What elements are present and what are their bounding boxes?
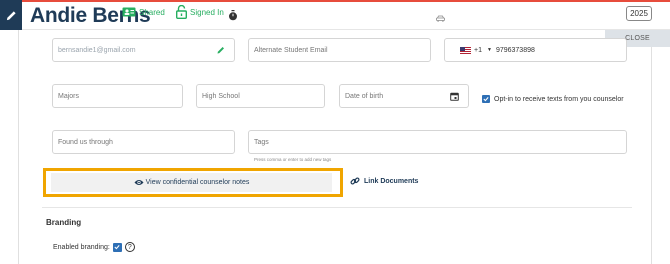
email-value: bernsandie1@gmail.com	[58, 46, 136, 54]
us-flag-icon[interactable]	[460, 46, 471, 54]
majors-placeholder: Majors	[58, 92, 80, 100]
found-us-through-placeholder: Found us through	[58, 138, 113, 146]
year-selector[interactable]: 2025	[626, 6, 652, 21]
signed-in-label: Signed In	[190, 7, 224, 17]
car-button[interactable]	[436, 9, 445, 27]
checkmark-icon	[483, 97, 489, 102]
date-of-birth-placeholder: Date of birth	[345, 92, 384, 100]
pencil-icon	[6, 10, 16, 20]
view-confidential-notes-button[interactable]: View confidential counselor notes	[51, 173, 332, 192]
alternate-email-placeholder: Alternate Student Email	[254, 46, 328, 54]
majors-field[interactable]: Majors	[52, 84, 183, 108]
enabled-branding-row: Enabled branding: ?	[53, 242, 135, 252]
phone-value: 9796373898	[495, 46, 535, 54]
section-divider	[42, 207, 632, 208]
header-accent-line	[22, 0, 670, 2]
found-us-through-field[interactable]: Found us through	[52, 130, 235, 154]
enabled-branding-checkbox[interactable]	[112, 242, 122, 252]
tags-input[interactable]: Tags	[248, 130, 627, 154]
phone-code: +1	[474, 46, 482, 54]
edit-button[interactable]	[0, 0, 22, 30]
high-school-field[interactable]: High School	[196, 84, 325, 108]
optin-texts[interactable]: Opt-in to receive texts from you counsel…	[482, 95, 624, 103]
timer-button[interactable]	[228, 8, 238, 26]
shared-status[interactable]: Shared	[122, 7, 165, 17]
high-school-placeholder: High School	[202, 92, 240, 100]
shared-icon	[122, 7, 136, 17]
edit-email-icon[interactable]	[217, 46, 225, 54]
checkmark-icon	[114, 245, 120, 250]
eye-icon	[134, 180, 144, 185]
car-icon	[436, 15, 445, 22]
tags-placeholder: Tags	[254, 138, 269, 146]
phone-field[interactable]: +1 ▼ 9796373898	[444, 38, 627, 62]
enabled-branding-label: Enabled branding:	[53, 243, 110, 251]
chevron-down-icon[interactable]: ▼	[487, 47, 492, 53]
stopwatch-icon	[229, 10, 237, 21]
optin-checkbox[interactable]	[482, 95, 490, 103]
calendar-icon[interactable]	[450, 92, 459, 101]
view-notes-label: View confidential counselor notes	[145, 179, 250, 186]
date-of-birth-field[interactable]: Date of birth	[339, 84, 469, 108]
link-documents-button[interactable]: Link Documents	[350, 176, 418, 186]
help-icon[interactable]: ?	[124, 242, 135, 252]
app-header: Andie Berns Shared Signed In 2025	[0, 0, 670, 30]
shared-label: Shared	[139, 7, 165, 17]
unlock-icon	[176, 5, 187, 19]
signed-in-status[interactable]: Signed In	[176, 5, 224, 19]
email-field[interactable]: bernsandie1@gmail.com	[52, 38, 235, 62]
alternate-email-field[interactable]: Alternate Student Email	[248, 38, 431, 62]
tags-help-text: Press comma or enter to add new tags	[254, 157, 332, 162]
optin-label: Opt-in to receive texts from you counsel…	[494, 95, 624, 103]
branding-heading: Branding	[46, 218, 82, 227]
link-documents-label: Link Documents	[364, 177, 419, 185]
link-icon	[350, 177, 360, 185]
